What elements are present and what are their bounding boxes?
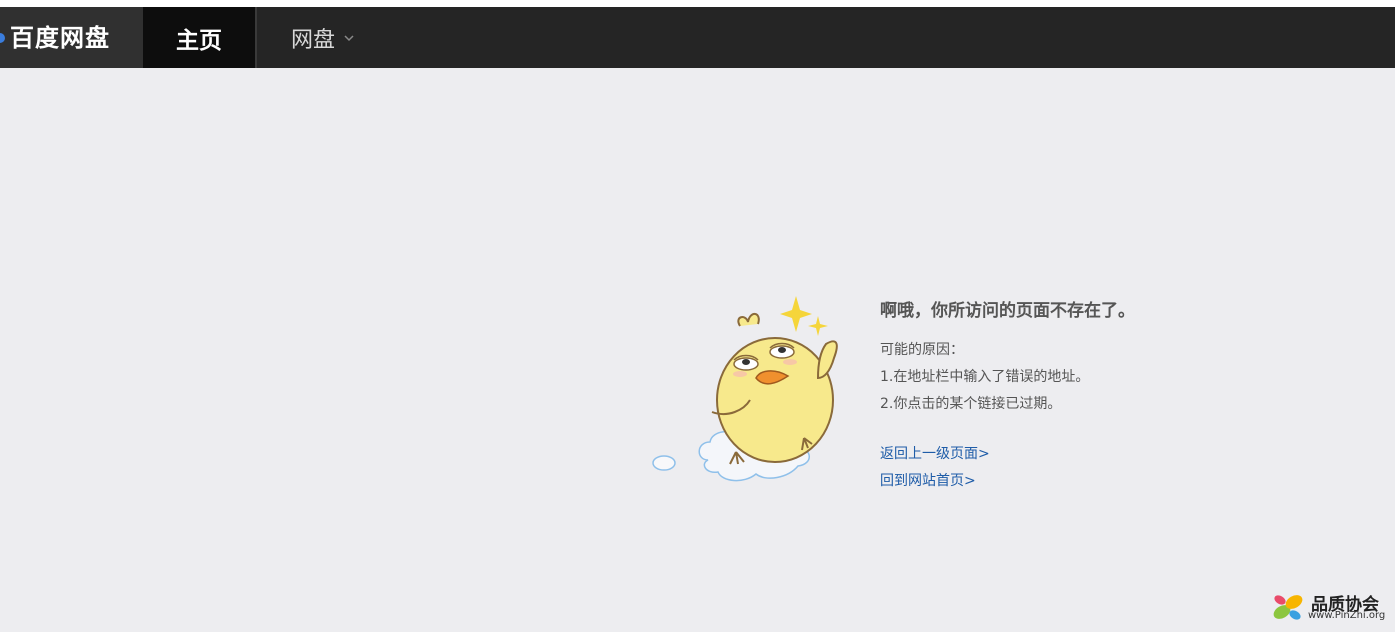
- chick-illustration-icon: [652, 296, 838, 482]
- logo-dot-icon: [0, 33, 5, 43]
- watermark-url: www.PinZhi.org: [1308, 610, 1386, 621]
- baidu-pan-logo[interactable]: 百度网盘: [0, 7, 143, 68]
- top-strip: [0, 0, 1395, 7]
- nav-divider: [255, 7, 257, 68]
- nav-item-pan-label: 网盘: [291, 27, 336, 53]
- nav-item-home[interactable]: 主页: [143, 7, 255, 68]
- reason-item: 2.你点击的某个链接已过期。: [880, 396, 1062, 412]
- recovery-links: 返回上一级页面> 回到网站首页>: [880, 441, 1220, 495]
- pinzhi-watermark: 品质协会 www.PinZhi.org: [1268, 588, 1393, 628]
- home-link[interactable]: 回到网站首页>: [880, 468, 1220, 495]
- back-link[interactable]: 返回上一级页面>: [880, 441, 1220, 468]
- pinzhi-logo-icon: [1273, 595, 1303, 620]
- reasons-heading: 可能的原因：: [880, 342, 964, 358]
- nav-item-pan[interactable]: 网盘: [291, 7, 355, 68]
- reason-item: 1.在地址栏中输入了错误的地址。: [880, 369, 1090, 385]
- chevron-down-icon: [344, 34, 354, 41]
- error-message-panel: 啊哦，你所访问的页面不存在了。 可能的原因： 1.在地址栏中输入了错误的地址。 …: [880, 300, 1220, 495]
- logo-text: 百度网盘: [10, 24, 110, 52]
- error-title: 啊哦，你所访问的页面不存在了。: [880, 301, 1135, 321]
